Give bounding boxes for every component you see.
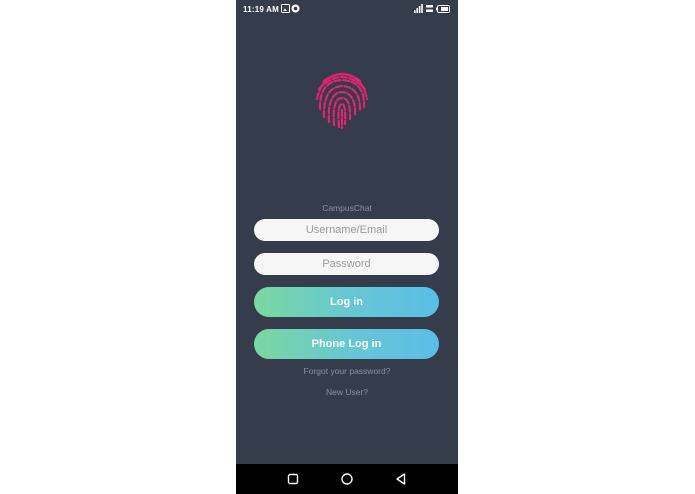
- username-email-input[interactable]: [254, 219, 439, 241]
- gallery-notification-icon: [281, 4, 290, 13]
- back-triangle-icon[interactable]: [394, 472, 408, 486]
- login-button[interactable]: Log in: [254, 287, 439, 317]
- home-circle-icon[interactable]: [340, 472, 354, 486]
- phone-login-button[interactable]: Phone Log in: [254, 329, 439, 359]
- status-bar: 11:19 AM: [236, 0, 458, 20]
- new-user-link[interactable]: New User?: [236, 387, 458, 397]
- app-name: CampusChat: [322, 203, 372, 213]
- recents-square-icon[interactable]: [286, 472, 300, 486]
- password-input[interactable]: [254, 253, 439, 275]
- phone-screen: 11:19 AM CampusChat Username/Email Log i…: [236, 0, 458, 494]
- sim-signal-icon: [414, 4, 423, 13]
- status-time: 11:19 AM: [243, 5, 279, 14]
- navigation-bar: [236, 464, 458, 494]
- forgot-password-link[interactable]: Forgot your password?: [236, 366, 458, 376]
- fingerprint-icon: [315, 72, 369, 129]
- battery-icon: [436, 4, 450, 13]
- notification-icons: [281, 4, 301, 15]
- network-speed-icon: [426, 5, 433, 12]
- status-right-icons: [414, 4, 450, 13]
